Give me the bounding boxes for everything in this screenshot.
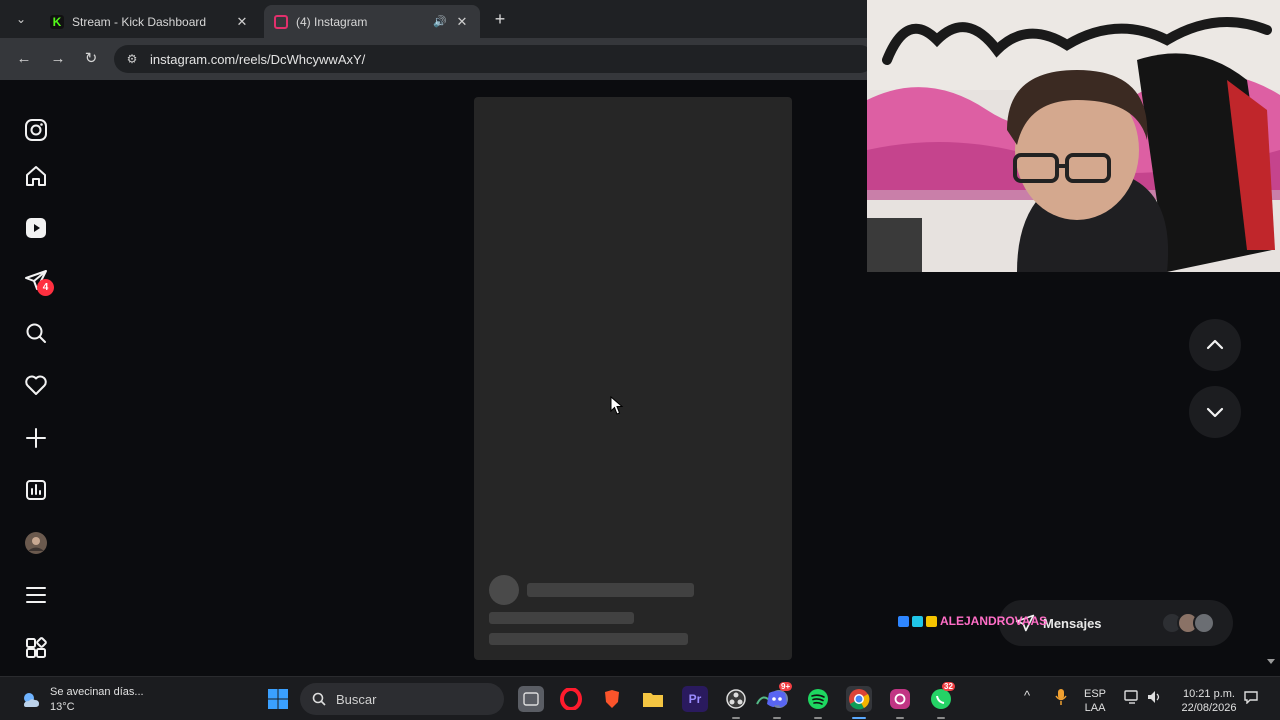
new-tab-button[interactable]: + (490, 9, 510, 29)
tab-label: Stream - Kick Dashboard (72, 14, 207, 29)
messages-label: Mensajes (1043, 615, 1102, 631)
reel-loading-placeholder[interactable] (474, 97, 792, 660)
speaker-icon[interactable]: 🔊 (432, 15, 448, 28)
weather-widget[interactable]: Se avecinan días... 13°C (20, 685, 144, 715)
running-indicator (814, 717, 822, 719)
instagram-sidebar: 4 (0, 80, 72, 676)
spotify-icon[interactable] (805, 686, 831, 712)
reload-button[interactable]: ↻ (80, 48, 102, 70)
weather-text: Se avecinan días... (50, 686, 144, 698)
page-scrollbar[interactable] (1266, 270, 1276, 666)
obs-icon[interactable] (723, 686, 749, 712)
message-avatars (1161, 612, 1215, 634)
language-indicator[interactable]: ESP LAA (1084, 687, 1106, 715)
reels-icon[interactable] (22, 214, 50, 242)
discord-badge: 9+ (779, 682, 793, 691)
skeleton-line (527, 583, 694, 597)
avatar (1193, 612, 1215, 634)
crown-icon (926, 615, 937, 627)
taskbar-search-box[interactable]: Buscar (300, 683, 788, 715)
notification-center-icon[interactable] (1244, 690, 1258, 708)
skeleton-line (489, 633, 688, 645)
active-indicator (852, 717, 866, 719)
running-indicator (896, 717, 904, 719)
menu-icon[interactable] (22, 581, 50, 609)
temperature-text: 13°C (50, 701, 75, 713)
microphone-icon[interactable] (1054, 688, 1068, 710)
windows-start-icon[interactable] (265, 686, 291, 712)
network-icon[interactable] (1124, 690, 1140, 708)
browser-toolbar: ← → ↻ ⚙ instagram.com/reels/DcWhcywwAxY/ (0, 38, 874, 80)
whatsapp-icon[interactable]: 32 (928, 682, 955, 712)
weather-icon (24, 693, 39, 707)
opera-icon[interactable] (558, 686, 584, 712)
clock[interactable]: 10:21 p.m. 22/08/2026 (1177, 687, 1241, 715)
file-explorer-icon[interactable] (640, 686, 666, 712)
badge-icon (912, 615, 923, 627)
browser-tab-strip: ⌄ K Stream - Kick Dashboard ✕ (4) Instag… (0, 0, 867, 38)
chevron-up-icon (1206, 339, 1224, 350)
mouse-cursor-icon (610, 396, 624, 415)
notification-badge: 4 (37, 279, 54, 296)
search-icon (312, 692, 326, 706)
stream-chat-username: ALEJANDROVAAS (898, 614, 1047, 628)
skeleton-avatar (489, 575, 519, 605)
running-indicator (773, 717, 781, 719)
language-bottom: LAA (1084, 702, 1106, 714)
dashboard-icon[interactable] (22, 476, 50, 504)
search-placeholder: Buscar (336, 691, 377, 707)
tab-kick-dashboard[interactable]: K Stream - Kick Dashboard ✕ (40, 5, 260, 38)
close-tab-icon[interactable]: ✕ (454, 14, 470, 30)
tab-label: (4) Instagram (296, 14, 368, 29)
kick-logo-icon: K (50, 14, 64, 29)
forward-button[interactable]: → (47, 48, 69, 70)
whatsapp-badge: 32 (942, 682, 955, 691)
running-indicator (937, 717, 945, 719)
address-bar[interactable]: ⚙ instagram.com/reels/DcWhcywwAxY/ (114, 45, 874, 73)
chevron-up-icon[interactable]: ^ (1024, 689, 1030, 703)
time-text: 10:21 p.m. (1183, 688, 1235, 700)
task-view-icon[interactable] (518, 686, 544, 712)
badge-icon (898, 615, 909, 627)
streamer-webcam-overlay (867, 0, 1280, 272)
date-text: 22/08/2026 (1181, 702, 1237, 714)
skeleton-line (489, 612, 634, 624)
language-top: ESP (1084, 688, 1107, 700)
next-reel-button[interactable] (1189, 386, 1241, 438)
instagram-app-icon[interactable] (887, 686, 913, 712)
chrome-icon[interactable] (846, 686, 872, 712)
instagram-logo-icon[interactable] (22, 116, 50, 144)
discord-icon[interactable]: 9+ (764, 682, 793, 712)
screen: ⌄ K Stream - Kick Dashboard ✕ (4) Instag… (0, 0, 1280, 720)
url-text: instagram.com/reels/DcWhcywwAxY/ (150, 51, 366, 67)
brave-icon[interactable] (599, 686, 625, 712)
more-apps-icon[interactable] (22, 634, 50, 662)
premiere-pro-icon[interactable]: Pr (682, 686, 708, 712)
chevron-down-icon (1206, 407, 1224, 418)
instagram-logo-icon (274, 14, 288, 29)
running-indicator (732, 717, 740, 719)
tab-instagram[interactable]: (4) Instagram 🔊 ✕ (264, 5, 480, 38)
close-tab-icon[interactable]: ✕ (234, 14, 250, 30)
home-icon[interactable] (22, 162, 50, 190)
previous-reel-button[interactable] (1189, 319, 1241, 371)
notifications-icon[interactable] (22, 371, 50, 399)
create-icon[interactable] (22, 424, 50, 452)
volume-icon[interactable] (1147, 690, 1163, 708)
search-icon[interactable] (22, 319, 50, 347)
tab-search-button[interactable]: ⌄ (9, 8, 33, 30)
profile-avatar[interactable] (22, 529, 50, 557)
windows-taskbar: Se avecinan días... 13°C Buscar Pr 9+ 32… (0, 676, 1280, 720)
chat-username-text: ALEJANDROVAAS (940, 614, 1048, 628)
back-button[interactable]: ← (13, 48, 35, 70)
site-info-icon[interactable]: ⚙ (118, 52, 146, 66)
